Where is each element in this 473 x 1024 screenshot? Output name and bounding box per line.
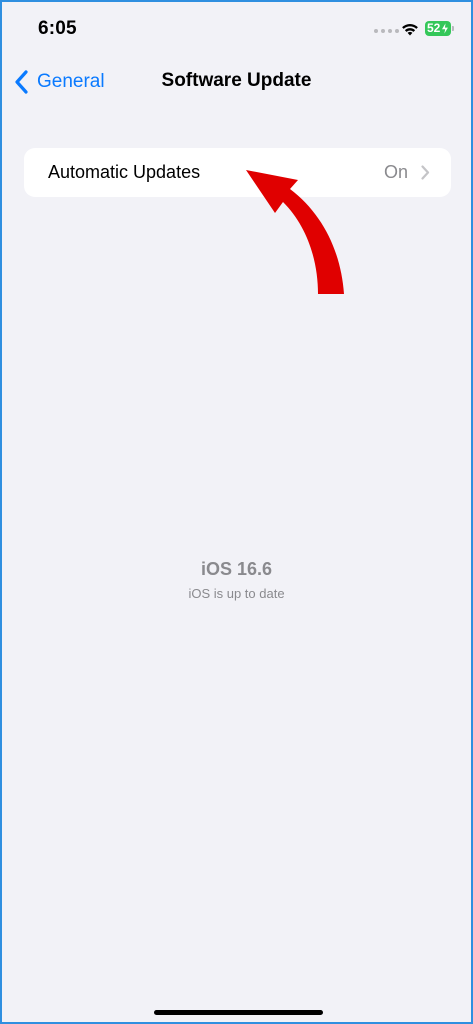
automatic-updates-value: On bbox=[383, 162, 408, 182]
status-bar: 6:05 52 bbox=[2, 2, 471, 58]
ios-version: iOS 16.6 bbox=[200, 559, 273, 579]
software-update-screen: 6:05 52 General Software Update Automati… bbox=[0, 0, 473, 1024]
red-arrow-annotation bbox=[246, 170, 344, 294]
automatic-updates-label: Automatic Updates bbox=[48, 162, 201, 182]
signal-dots-icon bbox=[374, 29, 399, 33]
home-indicator[interactable] bbox=[154, 1010, 323, 1015]
page-title: Software Update bbox=[161, 70, 312, 91]
battery-level: 52 bbox=[427, 21, 441, 35]
status-time: 6:05 bbox=[38, 18, 77, 39]
bolt-icon bbox=[440, 21, 450, 36]
navigation-bar: General Software Update bbox=[2, 58, 471, 106]
battery-tip bbox=[452, 26, 454, 31]
update-status-message: iOS is up to date bbox=[188, 586, 285, 601]
wifi-icon bbox=[402, 23, 418, 36]
chevron-right-icon bbox=[421, 165, 430, 180]
